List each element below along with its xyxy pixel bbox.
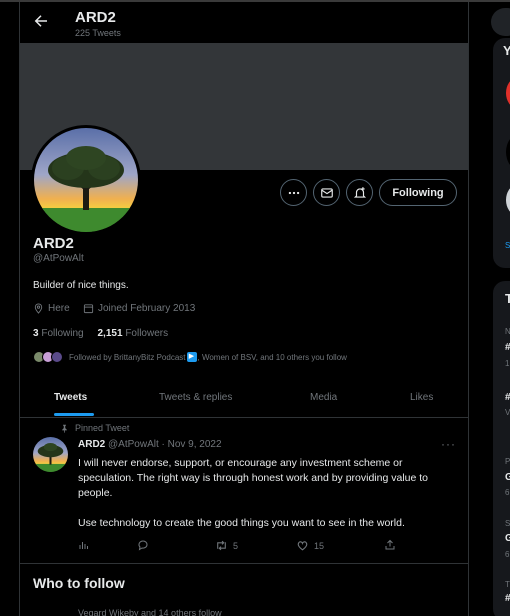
trend-meta: V	[505, 408, 510, 417]
trend-item[interactable]: #	[505, 392, 510, 403]
reply-button[interactable]	[137, 539, 149, 551]
profile-joined: Joined February 2013	[83, 303, 195, 314]
analytics-icon	[79, 542, 88, 549]
profile-tabs: Tweets Tweets & replies Media Likes	[20, 383, 468, 418]
divider	[20, 563, 468, 564]
tree-sunset-image	[34, 128, 138, 232]
who-to-follow-subtitle: Vegard Wikeby and 14 others follow	[78, 608, 222, 616]
tweet-avatar[interactable]	[33, 437, 68, 472]
trend-item[interactable]: G	[505, 472, 510, 483]
trends-heading-fragment: T	[505, 291, 510, 306]
ellipsis-icon	[288, 191, 299, 194]
trend-meta: P	[505, 457, 510, 466]
profile-stats: 3 Following 2,151 Followers	[33, 328, 168, 339]
retweet-icon	[217, 540, 226, 551]
trend-item[interactable]: #	[505, 593, 510, 604]
message-button[interactable]	[313, 179, 340, 206]
share-icon	[385, 539, 395, 550]
show-more-link[interactable]: S	[505, 241, 510, 250]
profile-header: ARD2 225 Tweets	[20, 2, 468, 43]
followed-by-row[interactable]: Followed by BrittanyBitz Podcast ▶ , Wom…	[33, 351, 347, 363]
more-options-button[interactable]	[280, 179, 307, 206]
tweet-author[interactable]: ARD2	[78, 439, 105, 450]
calendar-icon	[83, 304, 94, 314]
envelope-icon	[320, 187, 333, 198]
like-button[interactable]: 15	[296, 539, 324, 552]
bell-plus-icon	[353, 186, 366, 198]
trend-meta: T	[505, 580, 510, 589]
sidebar-heading-fragment: Y	[503, 43, 510, 58]
sidebar-panel-trends: T N # 1 # V P G 6 S G 6 T #	[493, 281, 510, 616]
pin-icon	[62, 424, 67, 433]
tab-likes[interactable]: Likes	[410, 392, 433, 403]
suggested-avatar[interactable]	[506, 133, 510, 171]
heart-icon	[297, 541, 308, 551]
joined-text: Joined February 2013	[98, 303, 196, 314]
profile-name: ARD2	[33, 235, 74, 252]
profile-handle: @AtPowAlt	[33, 253, 84, 264]
trend-item[interactable]: G	[505, 533, 510, 544]
following-link[interactable]: 3 Following	[33, 328, 84, 339]
location-text: Here	[48, 303, 70, 314]
followers-link[interactable]: 2,151 Followers	[98, 328, 169, 339]
tweet-handle-date[interactable]: @AtPowAlt · Nov 9, 2022	[108, 439, 222, 450]
notifications-button[interactable]	[346, 179, 373, 206]
trend-meta: 1	[505, 359, 510, 368]
profile-column: ARD2 225 Tweets Following ARD2 @AtPowAlt…	[19, 2, 469, 616]
tweet-text: I will never endorse, support, or encour…	[78, 457, 429, 529]
tweet-header: ARD2 @AtPowAlt · Nov 9, 2022	[78, 439, 222, 450]
location-pin-icon	[34, 303, 43, 314]
sidebar-panel-top: Y S	[493, 38, 510, 268]
tweet-actions: 5 15	[78, 539, 408, 553]
search-box[interactable]	[491, 8, 510, 36]
trend-item[interactable]: #	[505, 342, 510, 353]
pinned-label: Pinned Tweet	[60, 423, 129, 433]
followed-by-prefix: Followed by BrittanyBitz Podcast	[69, 352, 186, 362]
follower-avatar	[51, 351, 63, 363]
right-sidebar: Y S T N # 1 # V P G 6 S G 6 T #	[491, 0, 510, 616]
analytics-button[interactable]	[78, 539, 90, 551]
tab-tweets[interactable]: Tweets	[54, 392, 87, 403]
tab-tweets-replies[interactable]: Tweets & replies	[159, 392, 232, 403]
trend-meta: S	[505, 519, 510, 528]
header-title: ARD2	[75, 9, 116, 26]
trend-meta: 6	[505, 488, 510, 497]
active-tab-indicator	[54, 413, 94, 416]
suggested-avatar[interactable]	[506, 78, 510, 108]
tweet-more-icon[interactable]: ···	[441, 437, 456, 451]
trend-meta: N	[505, 327, 510, 336]
tab-media[interactable]: Media	[310, 392, 337, 403]
profile-bio: Builder of nice things.	[33, 280, 129, 291]
share-button[interactable]	[384, 539, 396, 551]
retweet-button[interactable]: 5	[215, 539, 238, 552]
following-button[interactable]: Following	[379, 179, 457, 206]
back-arrow-icon[interactable]	[32, 12, 50, 30]
suggested-avatar[interactable]	[506, 185, 510, 215]
trend-meta: 6	[505, 550, 510, 559]
profile-location: Here	[33, 303, 70, 314]
retweet-count: 5	[233, 540, 239, 551]
reply-icon	[138, 540, 148, 551]
tree-sunset-image	[33, 437, 68, 472]
profile-avatar[interactable]	[31, 125, 141, 235]
who-to-follow-title: Who to follow	[33, 575, 125, 591]
header-tweet-count: 225 Tweets	[75, 28, 121, 38]
like-count: 15	[314, 540, 325, 551]
play-button-icon: ▶	[186, 352, 197, 362]
followed-by-suffix: , Women of BSV, and 10 others you follow	[197, 352, 347, 362]
